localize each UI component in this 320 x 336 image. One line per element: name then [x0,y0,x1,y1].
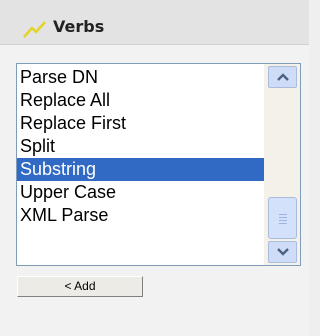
scroll-thumb[interactable] [268,197,297,239]
list-item[interactable]: XML Parse [17,204,264,227]
thumb-grip-line [279,223,287,224]
list-item[interactable]: Replace All [17,89,264,112]
list-item[interactable]: Split [17,135,264,158]
verbs-list-items: Parse DN Replace All Replace First Split… [17,66,264,227]
scroll-down-button[interactable] [268,241,297,263]
scroll-up-button[interactable] [268,66,297,88]
chevron-down-icon [277,248,289,256]
thumb-grip-line [279,217,287,218]
list-item[interactable]: Upper Case [17,181,264,204]
list-item[interactable]: Replace First [17,112,264,135]
list-item-selected[interactable]: Substring [17,158,264,181]
chevron-up-icon [277,73,289,81]
thumb-grip-line [279,220,287,221]
lightning-icon [23,21,46,38]
verbs-header: Verbs [0,0,309,45]
vertical-scrollbar[interactable] [264,64,300,265]
thumb-grip-line [279,214,287,215]
verbs-title: Verbs [53,17,105,36]
verbs-listbox[interactable]: Parse DN Replace All Replace First Split… [16,63,301,266]
list-item[interactable]: Parse DN [17,66,264,89]
add-button[interactable]: < Add [17,276,143,297]
